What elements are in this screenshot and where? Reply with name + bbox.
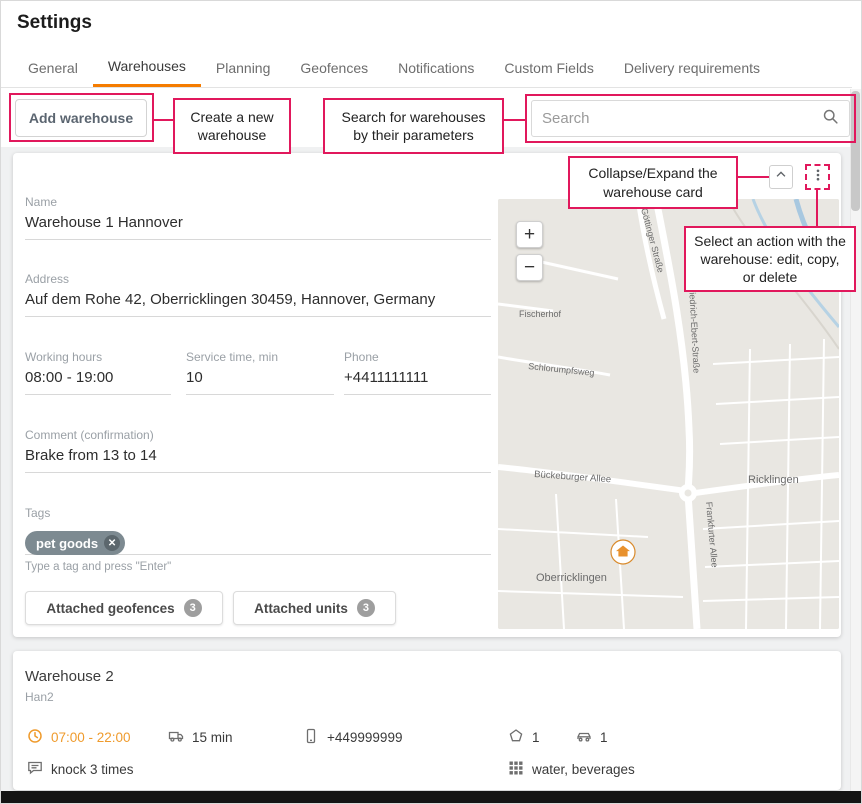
tab-general[interactable]: General — [13, 48, 93, 87]
address-field: Address — [25, 272, 491, 317]
tab-warehouses[interactable]: Warehouses — [93, 48, 201, 87]
phone-icon — [303, 728, 319, 747]
warehouse-card-collapsed[interactable]: Warehouse 2 Han2 07:00 - 22:00 15 min +4… — [13, 651, 841, 790]
comment-icon — [27, 760, 43, 779]
car-icon — [576, 728, 592, 747]
tabs-divider — [1, 87, 852, 88]
map-label: Fischerhof — [519, 309, 562, 319]
service-time-field: Service time, min — [186, 350, 334, 395]
service-time-value: 15 min — [192, 730, 233, 745]
add-warehouse-button[interactable]: Add warehouse — [15, 99, 147, 137]
phone-field: Phone — [344, 350, 491, 395]
settings-screen: Settings General Warehouses Planning Geo… — [0, 0, 862, 804]
warehouse2-phone: +449999999 — [303, 728, 402, 746]
annotation-connector — [154, 119, 173, 121]
phone-input[interactable] — [344, 369, 491, 386]
kebab-menu-icon — [811, 168, 825, 187]
warehouse2-service-time: 15 min — [168, 728, 233, 746]
annotation-connector — [504, 119, 525, 121]
warehouse2-goods: water, beverages — [508, 760, 635, 778]
warehouse2-units: 1 — [576, 728, 608, 746]
working-hours-field: Working hours — [25, 350, 171, 395]
scrollbar-track[interactable] — [850, 89, 861, 791]
tab-bar: General Warehouses Planning Geofences No… — [13, 48, 775, 87]
comment-input[interactable] — [25, 447, 491, 464]
tab-planning[interactable]: Planning — [201, 48, 286, 87]
units-count: 1 — [600, 730, 608, 745]
search-box — [531, 100, 850, 137]
remove-tag-icon[interactable]: ✕ — [104, 535, 120, 551]
tag-chip[interactable]: pet goods ✕ — [25, 531, 125, 555]
warehouse2-hours: 07:00 - 22:00 — [27, 728, 131, 746]
tags-field: Tags pet goods ✕ — [25, 506, 491, 555]
bottom-bar — [1, 791, 862, 804]
map-label: Ricklingen — [748, 474, 799, 486]
service-time-input[interactable] — [186, 369, 334, 386]
search-icon — [822, 108, 839, 130]
geofences-count-badge: 3 — [184, 599, 202, 617]
name-field: Name — [25, 195, 491, 240]
attached-geofences-label: Attached geofences — [46, 601, 174, 616]
annotation-collapse-hint: Collapse/Expand the warehouse card — [568, 156, 738, 209]
warehouse2-code: Han2 — [25, 690, 54, 704]
goods-value: water, beverages — [532, 762, 635, 777]
collapse-card-button[interactable] — [769, 165, 793, 189]
annotation-actions-hint: Select an action with the warehouse: edi… — [684, 226, 856, 292]
tab-custom-fields[interactable]: Custom Fields — [489, 48, 608, 87]
name-input[interactable] — [25, 214, 491, 231]
address-label: Address — [25, 272, 491, 286]
name-label: Name — [25, 195, 491, 209]
annotation-search-hint: Search for warehouses by their parameter… — [323, 98, 504, 154]
truck-icon — [168, 728, 184, 747]
geofences-count: 1 — [532, 730, 540, 745]
tags-label: Tags — [25, 506, 491, 520]
tag-hint: Type a tag and press "Enter" — [25, 561, 171, 573]
zoom-out-button[interactable]: − — [516, 254, 543, 281]
service-time-label: Service time, min — [186, 350, 334, 364]
card-actions-menu-button[interactable] — [805, 164, 830, 190]
phone-value: +449999999 — [327, 730, 402, 745]
tab-notifications[interactable]: Notifications — [383, 48, 489, 87]
comment-field: Comment (confirmation) — [25, 428, 491, 473]
geofence-icon — [508, 728, 524, 747]
comment-label: Comment (confirmation) — [25, 428, 491, 442]
hours-value: 07:00 - 22:00 — [51, 730, 131, 745]
working-hours-input[interactable] — [25, 369, 171, 386]
page-title: Settings — [17, 12, 92, 34]
working-hours-label: Working hours — [25, 350, 171, 364]
attached-geofences-button[interactable]: Attached geofences 3 — [25, 591, 223, 625]
attached-units-button[interactable]: Attached units 3 — [233, 591, 396, 625]
warehouse2-comment: knock 3 times — [27, 760, 134, 778]
units-count-badge: 3 — [357, 599, 375, 617]
comment-value: knock 3 times — [51, 762, 134, 777]
clock-icon — [27, 728, 43, 747]
zoom-in-button[interactable]: + — [516, 221, 543, 248]
grid-goods-icon — [508, 760, 524, 779]
warehouse2-title: Warehouse 2 — [25, 668, 114, 685]
phone-label: Phone — [344, 350, 491, 364]
attached-units-label: Attached units — [254, 601, 348, 616]
tag-chip-label: pet goods — [36, 536, 98, 551]
annotation-create-warehouse: Create a new warehouse — [173, 98, 291, 154]
warehouse-marker-icon[interactable] — [611, 540, 635, 564]
search-input[interactable] — [542, 110, 822, 127]
annotation-connector — [816, 190, 818, 226]
warehouse2-geofences: 1 — [508, 728, 540, 746]
scrollbar-thumb[interactable] — [851, 91, 860, 211]
chevron-up-icon — [774, 168, 788, 187]
annotation-connector — [738, 176, 769, 178]
tab-delivery-requirements[interactable]: Delivery requirements — [609, 48, 775, 87]
tab-geofences[interactable]: Geofences — [285, 48, 383, 87]
address-input[interactable] — [25, 291, 491, 308]
map-label: Oberricklingen — [536, 572, 607, 584]
